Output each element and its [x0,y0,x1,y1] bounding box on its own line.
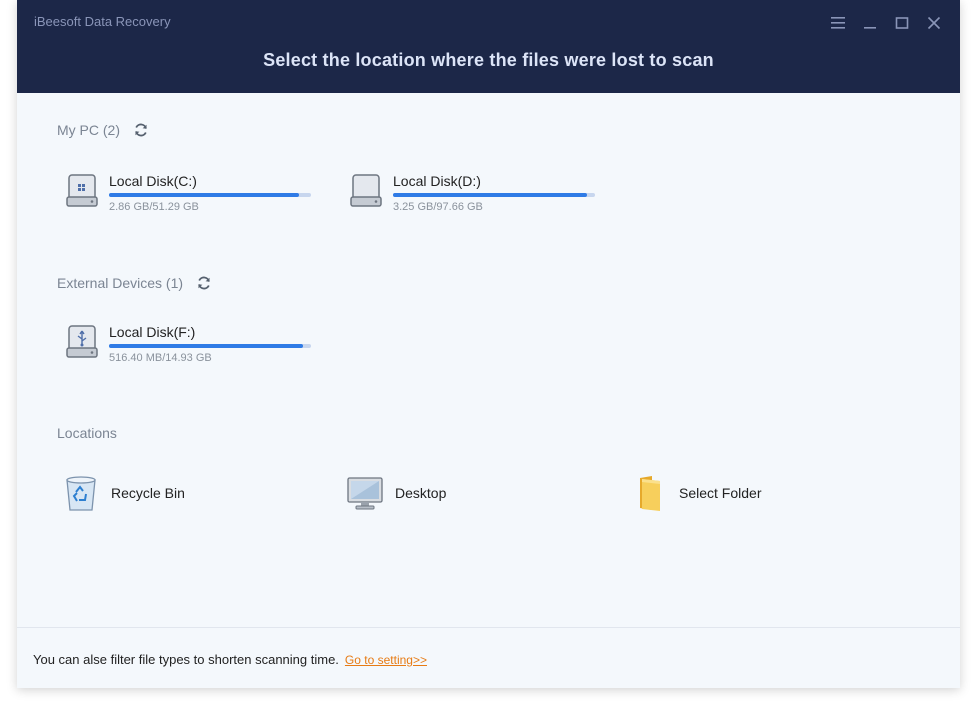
location-desktop-label: Desktop [395,485,447,501]
drive-d-size: 3.25 GB/97.66 GB [393,201,483,213]
footer-message-text: You can alse filter file types to shorte… [33,652,339,667]
location-desktop[interactable]: Desktop [347,473,446,513]
footer: You can alse filter file types to shorte… [17,627,960,688]
drive-d[interactable]: Local Disk(D:) 3.25 GB/97.66 GB [349,173,609,223]
monitor-icon [347,473,383,513]
location-select-folder[interactable]: Select Folder [631,473,761,513]
menu-icon[interactable] [830,14,846,32]
location-recycle-bin-label: Recycle Bin [111,485,185,501]
app-title: iBeesoft Data Recovery [34,14,171,29]
title-bar: iBeesoft Data Recovery Select the locati… [17,0,960,93]
drive-f-name: Local Disk(F:) [109,324,196,340]
section-external-devices: External Devices (1) [57,274,213,292]
drive-c[interactable]: Local Disk(C:) 2.86 GB/51.29 GB [65,173,325,223]
refresh-icon[interactable] [132,121,150,139]
drive-c-name: Local Disk(C:) [109,173,197,189]
drive-f-usage-bar [109,344,311,348]
drive-d-usage-bar [393,193,595,197]
page-headline: Select the location where the files were… [263,50,714,70]
drive-f-size: 516.40 MB/14.93 GB [109,352,212,364]
drive-d-usage-fill [393,193,587,197]
usb-drive-icon [65,324,99,364]
section-my-pc-label: My PC (2) [57,122,120,138]
hard-disk-icon [65,173,99,213]
maximize-icon[interactable] [894,14,910,32]
location-select-folder-label: Select Folder [679,485,762,501]
footer-message: You can alse filter file types to shorte… [33,652,427,667]
drive-f-usage-fill [109,344,303,348]
refresh-icon[interactable] [195,274,213,292]
app-window: iBeesoft Data Recovery Select the locati… [17,0,960,688]
section-external-devices-label: External Devices (1) [57,275,184,291]
window-controls [830,14,942,32]
section-locations: Locations [57,425,117,441]
drive-f[interactable]: Local Disk(F:) 516.40 MB/14.93 GB [65,324,325,374]
drive-c-usage-fill [109,193,299,197]
minimize-icon[interactable] [862,14,878,32]
section-my-pc: My PC (2) [57,121,150,139]
recycle-bin-icon [63,473,99,513]
location-recycle-bin[interactable]: Recycle Bin [63,473,185,513]
folder-icon [631,473,667,513]
drive-c-usage-bar [109,193,311,197]
drive-c-size: 2.86 GB/51.29 GB [109,201,199,213]
close-icon[interactable] [926,14,942,32]
section-locations-label: Locations [57,425,117,441]
hard-disk-icon [349,173,383,213]
drive-d-name: Local Disk(D:) [393,173,481,189]
go-to-setting-link[interactable]: Go to setting>> [345,653,427,667]
